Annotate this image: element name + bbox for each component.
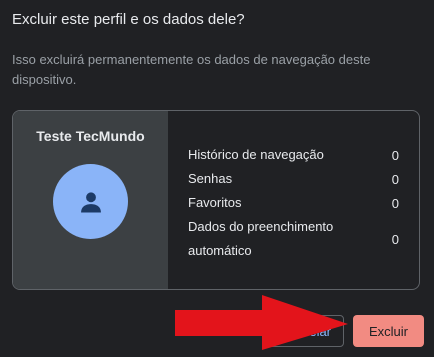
profile-panel: Teste TecMundo: [13, 111, 168, 289]
data-count-history: 0: [391, 147, 399, 163]
dialog-description: Isso excluirá permanentemente os dados d…: [12, 52, 371, 87]
data-label-history: Histórico de navegação: [188, 147, 324, 162]
data-count-passwords: 0: [391, 171, 399, 187]
red-arrow-annotation: [175, 295, 348, 350]
data-count-bookmarks: 0: [391, 195, 399, 211]
data-count-autofill: 0: [391, 231, 399, 247]
delete-button[interactable]: Excluir: [353, 315, 424, 347]
data-label-passwords: Senhas: [188, 171, 233, 186]
data-row-autofill: Dados do preenchimento automático 0: [188, 215, 399, 263]
data-list: Histórico de navegação 0 Senhas 0 Favori…: [168, 111, 419, 289]
profile-card: Teste TecMundo Histórico de navegação 0 …: [12, 110, 420, 290]
data-row-passwords: Senhas 0: [188, 167, 399, 191]
person-icon: [80, 191, 101, 212]
data-row-history: Histórico de navegação 0: [188, 143, 399, 167]
data-label-autofill: Dados do preenchimento automático: [188, 219, 334, 258]
data-row-bookmarks: Favoritos 0: [188, 191, 399, 215]
profile-name: Teste TecMundo: [36, 128, 145, 144]
avatar: [53, 164, 128, 239]
data-label-bookmarks: Favoritos: [188, 195, 242, 210]
dialog-title: Excluir este perfil e os dados dele?: [12, 11, 245, 28]
